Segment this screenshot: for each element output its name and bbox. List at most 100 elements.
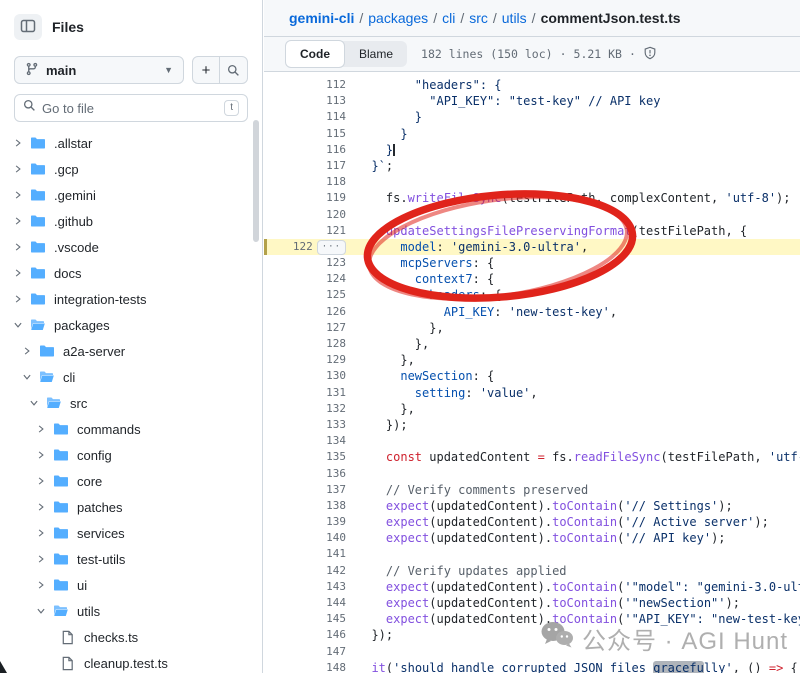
line-number[interactable]: 115 xyxy=(264,126,346,142)
chevron-down-icon[interactable] xyxy=(10,320,26,330)
chevron-right-icon[interactable] xyxy=(10,242,26,252)
line-number[interactable]: 145 xyxy=(264,611,346,627)
tree-item-.gcp[interactable]: .gcp xyxy=(0,156,258,182)
chevron-right-icon[interactable] xyxy=(33,554,49,564)
line-number[interactable]: 137 xyxy=(264,482,346,498)
tree-item-.allstar[interactable]: .allstar xyxy=(0,130,258,156)
line-number[interactable]: 142 xyxy=(264,563,346,579)
chevron-right-icon[interactable] xyxy=(33,580,49,590)
line-number[interactable]: 117 xyxy=(264,158,346,174)
line-number[interactable]: 138 xyxy=(264,498,346,514)
chevron-right-icon[interactable] xyxy=(33,450,49,460)
line-number[interactable]: 143 xyxy=(264,579,346,595)
code-line-text: // Verify updates applied xyxy=(357,563,567,579)
chevron-right-icon[interactable] xyxy=(33,502,49,512)
chevron-right-icon[interactable] xyxy=(19,346,35,356)
line-number[interactable]: 124 xyxy=(264,271,346,287)
chevron-right-icon[interactable] xyxy=(10,164,26,174)
line-number[interactable]: 121 xyxy=(264,223,346,239)
chevron-right-icon[interactable] xyxy=(33,476,49,486)
sidebar-scrollbar[interactable] xyxy=(253,120,259,242)
line-number[interactable]: 139 xyxy=(264,514,346,530)
line-number[interactable]: 113 xyxy=(264,93,346,109)
tree-item-ui[interactable]: ui xyxy=(0,572,258,598)
line-number[interactable]: 125 xyxy=(264,287,346,303)
line-number[interactable]: 136 xyxy=(264,466,346,482)
tree-item-label: utils xyxy=(77,604,100,619)
line-number[interactable]: 126 xyxy=(264,304,346,320)
code-line-136: 136 xyxy=(264,466,800,482)
tree-item-.gemini[interactable]: .gemini xyxy=(0,182,258,208)
collapse-sidebar-button[interactable] xyxy=(14,14,42,40)
line-number[interactable]: 119 xyxy=(264,190,346,206)
code-line-text: const updatedContent = fs.readFileSync(t… xyxy=(357,449,800,465)
line-number[interactable]: 112 xyxy=(264,77,346,93)
branch-selector[interactable]: main ▼ xyxy=(14,56,184,84)
chevron-right-icon[interactable] xyxy=(10,268,26,278)
chevron-right-icon[interactable] xyxy=(10,190,26,200)
line-number[interactable]: 123 xyxy=(264,255,346,271)
breadcrumb-link-packages[interactable]: packages xyxy=(368,10,428,26)
line-number[interactable]: 133 xyxy=(264,417,346,433)
line-number[interactable]: 148 xyxy=(264,660,346,673)
chevron-down-icon[interactable] xyxy=(19,372,35,382)
line-number[interactable]: 127 xyxy=(264,320,346,336)
tree-item-packages[interactable]: packages xyxy=(0,312,258,338)
tree-item-patches[interactable]: patches xyxy=(0,494,258,520)
goto-file-search[interactable]: t xyxy=(14,94,248,122)
breadcrumb-link-utils[interactable]: utils xyxy=(502,10,527,26)
chevron-right-icon[interactable] xyxy=(33,424,49,434)
goto-file-input[interactable] xyxy=(42,101,218,116)
tab-code[interactable]: Code xyxy=(285,40,345,68)
tree-item-label: src xyxy=(70,396,87,411)
tree-item-cli[interactable]: cli xyxy=(0,364,258,390)
tree-item-.github[interactable]: .github xyxy=(0,208,258,234)
breadcrumb-link-src[interactable]: src xyxy=(469,10,488,26)
chevron-down-icon[interactable] xyxy=(26,398,42,408)
line-number[interactable]: 122··· xyxy=(264,239,346,255)
line-number[interactable]: 116 xyxy=(264,142,346,158)
shield-icon[interactable] xyxy=(643,46,657,63)
tree-item-utils[interactable]: utils xyxy=(0,598,258,624)
tree-item-integration-tests[interactable]: integration-tests xyxy=(0,286,258,312)
line-number[interactable]: 120 xyxy=(264,207,346,223)
line-number[interactable]: 131 xyxy=(264,385,346,401)
tree-item-core[interactable]: core xyxy=(0,468,258,494)
tree-item-commands[interactable]: commands xyxy=(0,416,258,442)
line-number[interactable]: 118 xyxy=(264,174,346,190)
chevron-down-icon[interactable] xyxy=(33,606,49,616)
tree-item-.vscode[interactable]: .vscode xyxy=(0,234,258,260)
chevron-right-icon[interactable] xyxy=(10,294,26,304)
line-number[interactable]: 134 xyxy=(264,433,346,449)
line-number[interactable]: 132 xyxy=(264,401,346,417)
chevron-right-icon[interactable] xyxy=(10,216,26,226)
tree-item-src[interactable]: src xyxy=(0,390,258,416)
tree-item-cleanup.test.ts[interactable]: cleanup.test.ts xyxy=(0,650,258,676)
breadcrumb-repo-link[interactable]: gemini-cli xyxy=(289,10,354,26)
line-actions-kebab-button[interactable]: ··· xyxy=(317,240,346,255)
tree-item-test-utils[interactable]: test-utils xyxy=(0,546,258,572)
breadcrumb-link-cli[interactable]: cli xyxy=(442,10,455,26)
line-number[interactable]: 144 xyxy=(264,595,346,611)
line-number[interactable]: 129 xyxy=(264,352,346,368)
line-number[interactable]: 140 xyxy=(264,530,346,546)
line-number[interactable]: 147 xyxy=(264,644,346,660)
line-number[interactable]: 141 xyxy=(264,546,346,562)
line-number[interactable]: 114 xyxy=(264,109,346,125)
tree-item-a2a-server[interactable]: a2a-server xyxy=(0,338,258,364)
code-line-124: 124 context7: { xyxy=(264,271,800,287)
line-number[interactable]: 146 xyxy=(264,627,346,643)
tree-item-checks.ts[interactable]: checks.ts xyxy=(0,624,258,650)
tab-blame[interactable]: Blame xyxy=(345,41,407,67)
tree-item-config[interactable]: config xyxy=(0,442,258,468)
line-number[interactable]: 135 xyxy=(264,449,346,465)
line-number[interactable]: 128 xyxy=(264,336,346,352)
tree-item-services[interactable]: services xyxy=(0,520,258,546)
code-line-113: 113 "API_KEY": "test-key" // API key xyxy=(264,93,800,109)
line-number[interactable]: 130 xyxy=(264,368,346,384)
chevron-right-icon[interactable] xyxy=(33,528,49,538)
chevron-right-icon[interactable] xyxy=(10,138,26,148)
tree-item-docs[interactable]: docs xyxy=(0,260,258,286)
add-file-button[interactable]: + xyxy=(193,57,220,83)
search-tree-button[interactable] xyxy=(220,57,247,83)
